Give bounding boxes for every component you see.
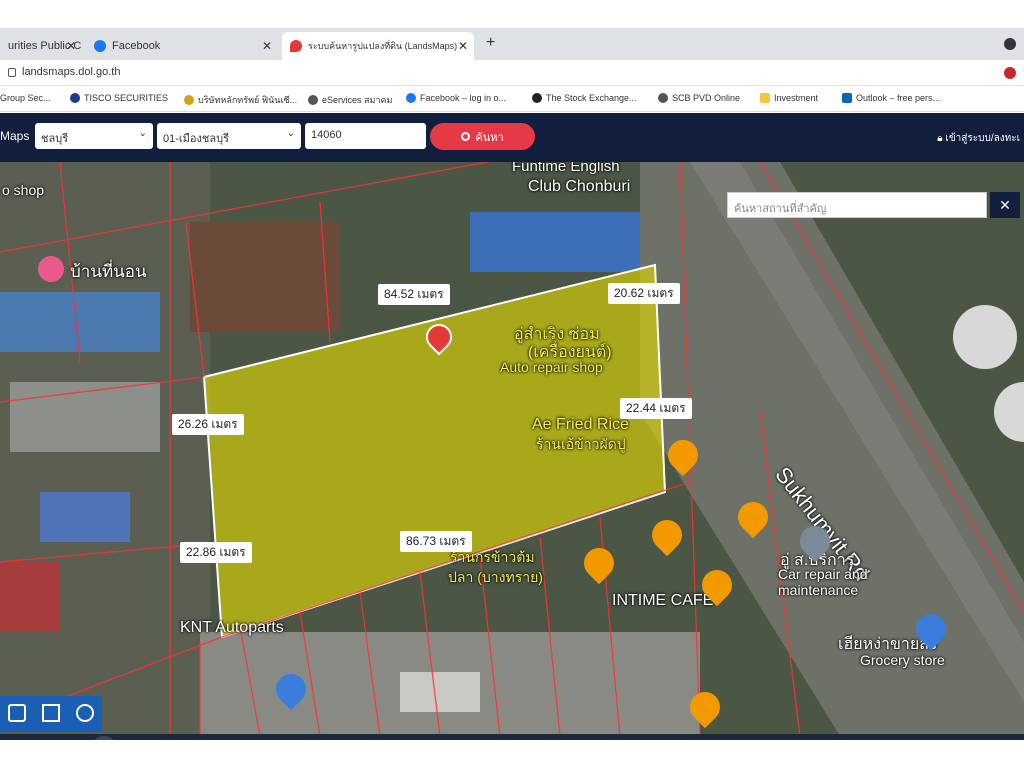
bookmark-label: SCB PVD Online bbox=[672, 93, 741, 103]
login-label: เข้าสู่ระบบ/ลงทะเ bbox=[945, 133, 1020, 144]
measurement-label: 22.44 เมตร bbox=[620, 398, 692, 419]
map-label: Ae Fried Rice bbox=[532, 416, 629, 433]
bookmark-item[interactable]: Investment bbox=[760, 93, 818, 103]
parcel-number-input[interactable]: 14060 bbox=[305, 123, 426, 149]
outlook-icon bbox=[842, 93, 852, 103]
bookmark-label: eServices สมาคม bbox=[322, 95, 393, 105]
url-field[interactable]: landsmaps.dol.go.th bbox=[22, 66, 120, 78]
bookmark-item[interactable]: eServices สมาคม bbox=[308, 93, 392, 107]
tab-label: Facebook bbox=[112, 40, 161, 52]
tab-securities[interactable]: urities Public C ✕ bbox=[0, 32, 82, 60]
measurement-label: 86.73 เมตร bbox=[400, 531, 472, 552]
polygon-tool-icon[interactable] bbox=[8, 704, 26, 722]
bookmark-item[interactable]: บริษัทหลักทรัพย์ ฟินันเซี... bbox=[184, 93, 297, 107]
measurement-label: 22.86 เมตร bbox=[180, 542, 252, 563]
bookmark-label: The Stock Exchange... bbox=[546, 93, 637, 103]
map-label: ร้านเอ้ข้าวผัดปู bbox=[536, 436, 626, 452]
search-button[interactable]: ค้นหา bbox=[430, 123, 535, 150]
close-icon[interactable]: ✕ bbox=[990, 192, 1020, 218]
district-value: 01-เมืองชลบุรี bbox=[163, 133, 229, 145]
parcel-number-value: 14060 bbox=[311, 129, 342, 141]
rectangle-tool-icon[interactable] bbox=[42, 704, 60, 722]
map-pin-icon bbox=[290, 40, 302, 52]
map-label: Car repair and bbox=[778, 566, 868, 582]
bed-poi-icon[interactable] bbox=[38, 256, 64, 282]
map-label: o shop bbox=[2, 182, 45, 198]
map-label: Auto repair shop bbox=[500, 359, 603, 375]
close-tab-icon[interactable]: ✕ bbox=[262, 39, 272, 53]
facebook-icon bbox=[406, 93, 416, 103]
bookmark-label: Investment bbox=[774, 93, 819, 103]
province-select[interactable]: ชลบุรี ⌄ bbox=[35, 123, 153, 149]
set-icon bbox=[532, 93, 542, 103]
map-label: maintenance bbox=[778, 582, 859, 598]
tab-landsmaps[interactable]: ระบบค้นหารูปแปลงที่ดิน (LandsMaps) ✕ bbox=[282, 32, 474, 60]
measurement-label: 20.62 เมตร bbox=[608, 283, 680, 304]
bookmark-item[interactable]: SCB PVD Online bbox=[658, 93, 740, 103]
map-label: KNT Autoparts bbox=[180, 619, 284, 636]
measurement-label: 84.52 เมตร bbox=[378, 284, 450, 305]
bookmark-item[interactable]: TISCO SECURITIES bbox=[70, 93, 168, 103]
map-label: Funtime English bbox=[512, 162, 620, 175]
close-tab-icon[interactable]: ✕ bbox=[66, 39, 76, 53]
lock-icon bbox=[8, 68, 16, 77]
map-label: ปลา (บางทราย) bbox=[448, 569, 543, 585]
bookmark-label: Outlook – free pers... bbox=[856, 93, 941, 103]
draw-toolbar bbox=[0, 696, 102, 732]
finansia-icon bbox=[184, 95, 194, 105]
map-view[interactable]: ค้นหาสถานที่สำคัญ ✕ Funtime English Club… bbox=[0, 162, 1024, 736]
screen: urities Public C ✕ Facebook ✕ ระบบค้นหาร… bbox=[0, 28, 1024, 740]
windows-taskbar bbox=[0, 734, 1024, 740]
tab-facebook[interactable]: Facebook ✕ bbox=[86, 32, 278, 60]
bookmarks-bar: Group Sec... TISCO SECURITIES บริษัทหลัก… bbox=[0, 86, 1024, 112]
facebook-icon bbox=[94, 40, 106, 52]
bookmark-item[interactable]: Outlook – free pers... bbox=[842, 93, 940, 103]
bookmark-label: Group Sec... bbox=[0, 93, 51, 103]
bookmark-label: TISCO SECURITIES bbox=[84, 93, 169, 103]
tisco-icon bbox=[70, 93, 80, 103]
circle-tool-icon[interactable] bbox=[76, 704, 94, 722]
place-search-input[interactable]: ค้นหาสถานที่สำคัญ bbox=[727, 192, 987, 218]
globe-icon bbox=[308, 95, 318, 105]
measurement-label: 26.26 เมตร bbox=[172, 414, 244, 435]
province-value: ชลบุรี bbox=[41, 133, 69, 145]
bookmark-item[interactable]: Facebook – log in o... bbox=[406, 93, 506, 103]
browser-menu-icon[interactable] bbox=[1004, 38, 1016, 50]
new-tab-button[interactable]: + bbox=[486, 34, 495, 52]
globe-icon bbox=[658, 93, 668, 103]
map-label: INTIME CAFE bbox=[612, 592, 714, 609]
login-link[interactable]: 🔒︎ เข้าสู่ระบบ/ลงทะเ bbox=[937, 131, 1020, 146]
bookmark-label: Facebook – log in o... bbox=[420, 93, 507, 103]
chevron-down-icon: ⌄ bbox=[286, 128, 295, 139]
brand: Maps bbox=[0, 129, 30, 143]
bookmark-label: บริษัทหลักทรัพย์ ฟินันเซี... bbox=[198, 95, 298, 105]
bookmark-item[interactable]: Group Sec... bbox=[0, 93, 51, 103]
bookmark-item[interactable]: The Stock Exchange... bbox=[532, 93, 637, 103]
map-label: Club Chonburi bbox=[528, 178, 631, 195]
map-label: บ้านที่นอน bbox=[70, 262, 147, 281]
folder-icon bbox=[760, 93, 770, 103]
chevron-down-icon: ⌄ bbox=[138, 128, 147, 139]
browser-tab-bar: urities Public C ✕ Facebook ✕ ระบบค้นหาร… bbox=[0, 28, 1024, 60]
search-button-label: ค้นหา bbox=[475, 131, 504, 144]
app-navbar: Maps ชลบุรี ⌄ 01-เมืองชลบุรี ⌄ 14060 ค้น… bbox=[0, 113, 1024, 162]
close-tab-icon[interactable]: ✕ bbox=[458, 39, 468, 53]
tab-label: ระบบค้นหารูปแปลงที่ดิน (LandsMaps) bbox=[308, 41, 458, 51]
map-label: Grocery store bbox=[860, 652, 945, 668]
district-select[interactable]: 01-เมืองชลบุรี ⌄ bbox=[157, 123, 301, 149]
address-bar: landsmaps.dol.go.th bbox=[0, 60, 1024, 86]
profile-icon[interactable] bbox=[1004, 67, 1016, 79]
search-icon bbox=[461, 132, 471, 141]
